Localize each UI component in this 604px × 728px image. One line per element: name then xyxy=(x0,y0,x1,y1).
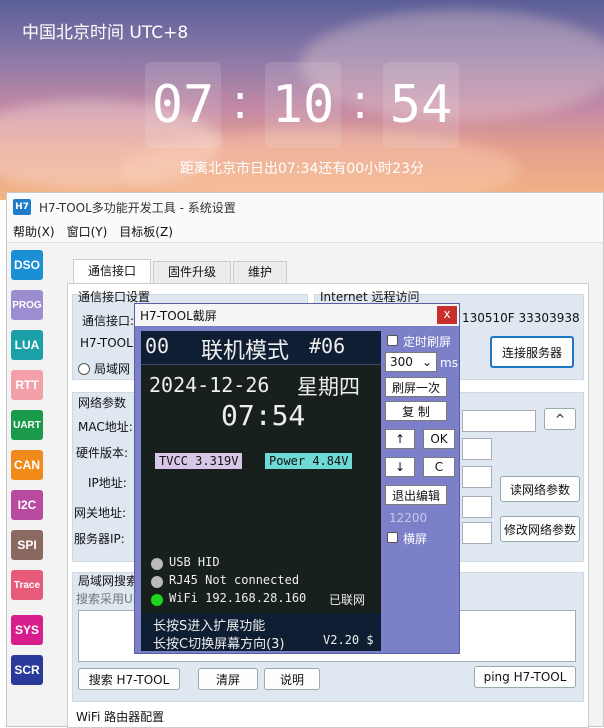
module-button-lua[interactable]: LUA xyxy=(11,330,43,360)
timer-checkbox[interactable] xyxy=(387,335,398,346)
ip-field[interactable] xyxy=(462,466,492,488)
screen-time: 07:54 xyxy=(221,399,306,432)
screen-mode: 联机模式 xyxy=(201,339,290,364)
tvcc-badge: TVCC 3.319V xyxy=(155,453,243,469)
module-button-can[interactable]: CAN xyxy=(11,450,43,480)
interval-unit: ms xyxy=(440,356,458,370)
usb-status: USB HID xyxy=(169,555,220,569)
chevron-down-icon: ⌄ xyxy=(421,355,432,369)
clock-colon: : xyxy=(352,74,369,130)
settings-tabs: 通信接口 固件升级 维护 xyxy=(73,259,289,283)
h7-logo-icon: H7 xyxy=(13,199,31,215)
remote-id-field[interactable]: 130510F 33303938 xyxy=(458,308,580,330)
copy-button[interactable]: 复 制 xyxy=(385,401,447,421)
server-ip-label: 服务器IP: xyxy=(74,532,125,546)
clock-second: 54 xyxy=(383,62,459,148)
module-button-rtt[interactable]: RTT xyxy=(11,370,43,400)
search-hint: 搜索采用UD xyxy=(76,592,143,606)
sunrise-countdown: 距离北京市日出07:34还有00小时23分 xyxy=(180,161,424,177)
read-network-button[interactable]: 读网络参数 xyxy=(500,476,580,502)
wifi-status: WiFi 192.168.28.160 xyxy=(169,591,307,605)
hw-version-field[interactable] xyxy=(462,438,492,460)
screen-weekday: 星期四 xyxy=(297,375,360,399)
up-button[interactable]: ↑ xyxy=(385,429,415,449)
module-button-uart[interactable]: UART xyxy=(11,410,43,440)
landscape-checkbox[interactable] xyxy=(387,532,398,543)
search-tool-button[interactable]: 搜索 H7-TOOL xyxy=(78,668,180,690)
network-group-label: 网络参数（ xyxy=(78,396,139,410)
refresh-once-button[interactable]: 刷屏一次 xyxy=(385,377,447,397)
modify-network-button[interactable]: 修改网络参数 xyxy=(500,516,580,542)
lan-radio-label: 局域网 xyxy=(94,362,131,376)
c-button[interactable]: C xyxy=(423,457,455,477)
tool-label: H7-TOOL xyxy=(80,336,133,350)
device-screen: 00 联机模式 #06 2024-12-26 星期四 07:54 TVCC 3.… xyxy=(141,331,381,651)
connect-server-button[interactable]: 连接服务器 xyxy=(490,336,574,368)
menu-help[interactable]: 帮助(X) xyxy=(7,223,61,240)
screen-num: 00 xyxy=(145,334,170,358)
interval-value: 300 xyxy=(390,355,413,369)
fw-version: V2.20 $ xyxy=(323,633,374,647)
screenshot-dialog: H7-TOOL截屏 x 00 联机模式 #06 2024-12-26 星期四 0… xyxy=(134,303,460,654)
module-button-trace[interactable]: Trace xyxy=(11,570,43,600)
help-button[interactable]: 说明 xyxy=(264,668,320,690)
clock-minute: 10 xyxy=(265,62,341,148)
gateway-field[interactable] xyxy=(462,496,492,518)
module-button-spi[interactable]: SPI xyxy=(11,530,43,560)
hint-s: 长按S进入扩展功能 xyxy=(153,619,266,634)
screen-date: 2024-12-26 xyxy=(149,373,270,397)
mac-label: MAC地址: xyxy=(78,420,133,434)
server-ip-field[interactable] xyxy=(462,522,492,544)
rj45-status-icon xyxy=(151,576,163,588)
module-button-prog[interactable]: PROG xyxy=(11,290,43,320)
landscape-label: 横屏 xyxy=(403,532,428,546)
window-title: H7-TOOL多功能开发工具 - 系统设置 xyxy=(39,200,236,215)
module-button-i2c[interactable]: I2C xyxy=(11,490,43,520)
clock-colon: : xyxy=(232,74,249,130)
wifi-status-icon xyxy=(151,594,163,606)
clock-title: 中国北京时间 UTC+8 xyxy=(22,23,189,43)
expand-button[interactable]: ^ xyxy=(544,408,576,430)
tab-comm[interactable]: 通信接口 xyxy=(73,259,152,283)
port-label: 通信接口: xyxy=(82,314,135,328)
radio-circle-icon xyxy=(78,362,90,375)
module-toolbar: DSO PROG LUA RTT UART CAN I2C SPI Trace SYS SCR xyxy=(7,245,47,715)
ok-button[interactable]: OK xyxy=(423,429,455,449)
mac-field[interactable] xyxy=(462,410,536,432)
clear-button[interactable]: 清屏 xyxy=(198,668,258,690)
close-button[interactable]: x xyxy=(437,306,457,324)
dialog-title: H7-TOOL截屏 xyxy=(135,304,459,326)
clock-widget: 中国北京时间 UTC+8 07 : 10 : 54 距离北京市日出07:34还有… xyxy=(0,0,604,200)
timer-label: 定时刷屏 xyxy=(403,335,452,349)
menu-bar: 帮助(X) 窗口(Y) 目标板(Z) xyxy=(7,221,603,243)
tab-maintenance[interactable]: 维护 xyxy=(233,261,288,283)
power-badge: Power 4.84V xyxy=(265,453,353,469)
lan-radio[interactable]: 局域网 xyxy=(78,360,130,377)
interval-select[interactable]: 300 ⌄ xyxy=(385,352,437,372)
rj45-status: RJ45 Not connected xyxy=(169,573,300,587)
clock-hour: 07 xyxy=(145,62,221,148)
tab-firmware[interactable]: 固件升级 xyxy=(153,261,232,283)
wifi-connected: 已联网 xyxy=(329,593,366,607)
gateway-label: 网关地址: xyxy=(74,506,127,520)
wifi-group-label: WiFi 路由器配置 xyxy=(76,710,165,724)
usb-status-icon xyxy=(151,558,163,570)
menu-window[interactable]: 窗口(Y) xyxy=(61,223,114,240)
title-bar: H7 H7-TOOL多功能开发工具 - 系统设置 xyxy=(7,193,603,221)
hw-version-label: 硬件版本: xyxy=(76,446,129,460)
ping-tool-button[interactable]: ping H7-TOOL xyxy=(474,666,576,688)
port-value: 12200 xyxy=(389,511,428,525)
module-button-dso[interactable]: DSO xyxy=(11,250,43,280)
ip-label: IP地址: xyxy=(88,476,127,490)
screen-code: #06 xyxy=(309,334,346,358)
module-button-sys[interactable]: SYS xyxy=(11,615,43,645)
menu-target[interactable]: 目标板(Z) xyxy=(113,223,179,240)
lan-search-label: 局域网搜索 xyxy=(78,574,139,588)
module-button-scr[interactable]: SCR xyxy=(11,655,43,685)
exit-edit-button[interactable]: 退出编辑 xyxy=(385,485,447,505)
hint-c: 长按C切换屏幕方向(3) xyxy=(153,637,285,651)
down-button[interactable]: ↓ xyxy=(385,457,415,477)
